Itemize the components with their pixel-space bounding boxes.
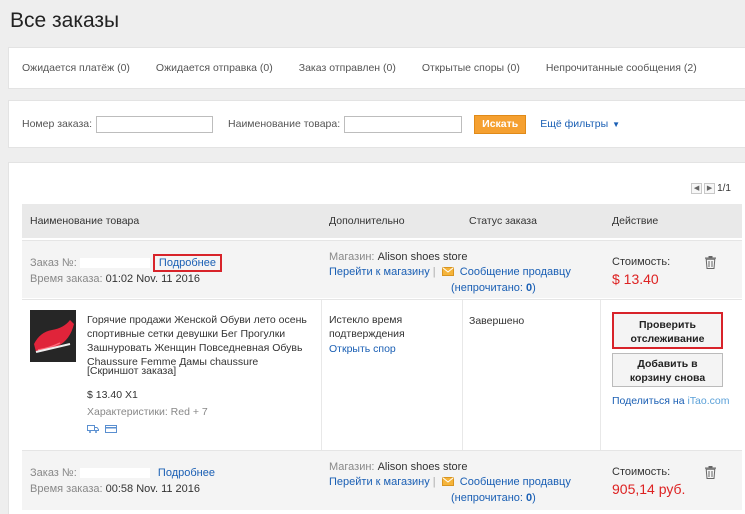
column-divider	[321, 300, 322, 450]
product-characteristics: Характеристики: Red + 7	[87, 406, 208, 418]
message-seller-link[interactable]: Сообщение продавцу	[460, 476, 571, 488]
order-number-label: Номер заказа:	[22, 118, 93, 130]
store-label: Магазин:	[329, 251, 375, 263]
orders-panel: ◀ ▶ 1/1 Наименование товара Дополнительн…	[8, 162, 745, 514]
order-number-redacted	[79, 258, 150, 269]
check-tracking-button[interactable]: Проверить отслеживание	[612, 312, 723, 349]
order-time-value: 00:58 Nov. 11 2016	[105, 483, 201, 495]
order-number-redacted	[79, 468, 150, 479]
separator: |	[432, 476, 436, 488]
tab-shipped[interactable]: Заказ отправлен (0)	[299, 62, 396, 74]
table-header: Наименование товара Дополнительно Статус…	[22, 204, 742, 238]
order-status-tabs: Ожидается платёж (0) Ожидается отправка …	[8, 47, 745, 89]
trash-icon[interactable]	[705, 466, 716, 482]
order-price: $ 13.40	[612, 271, 659, 287]
order-time-label: Время заказа:	[30, 273, 103, 285]
open-dispute-link[interactable]: Открыть спор	[329, 342, 405, 356]
more-filters-label: Ещё фильтры	[540, 118, 609, 130]
order-details-link[interactable]: Подробнее	[159, 257, 216, 269]
product-thumbnail[interactable]	[30, 310, 76, 362]
product-price-qty: $ 13.40 X1	[87, 389, 138, 401]
chevron-down-icon: ▼	[612, 120, 621, 129]
store-info: Магазин: Alison shoes store Перейти к ма…	[329, 460, 571, 506]
separator: |	[432, 266, 436, 278]
cost-label: Стоимость:	[612, 256, 671, 268]
order-number-input[interactable]	[96, 115, 214, 133]
order-header: Заказ №: Подробнее Время заказа: 01:02 N…	[22, 240, 742, 298]
confirmation-expired-line2: подтверждения	[329, 328, 405, 340]
column-divider	[462, 300, 463, 450]
add-to-cart-label-2: корзину снова	[629, 372, 706, 384]
mail-icon	[441, 476, 454, 491]
order-number-label: Заказ №:	[30, 467, 77, 479]
go-to-store-link[interactable]: Перейти к магазину	[329, 266, 430, 278]
share-site: iTao.com	[687, 395, 730, 407]
page-indicator: 1/1	[717, 183, 731, 194]
confirmation-expired-line1: Истекло время	[329, 314, 403, 326]
check-tracking-label-1: Проверить	[639, 319, 696, 331]
pagination: ◀ ▶ 1/1	[691, 183, 731, 194]
order-details-link[interactable]: Подробнее	[158, 467, 215, 479]
store-name: Alison shoes store	[377, 461, 468, 473]
go-to-store-link[interactable]: Перейти к магазину	[329, 476, 430, 488]
store-name: Alison shoes store	[377, 251, 468, 263]
order-meta: Заказ №: Подробнее Время заказа: 01:02 N…	[30, 254, 222, 287]
page-title: Все заказы	[10, 9, 120, 32]
order-header: Заказ №: Подробнее Время заказа: 00:58 N…	[22, 450, 742, 510]
message-seller-link[interactable]: Сообщение продавцу	[460, 266, 571, 278]
check-tracking-label-2: отслеживание	[630, 333, 705, 345]
unread-messages-link[interactable]: (непрочитано: 0)	[329, 281, 571, 296]
order-snapshot-link[interactable]: [Скриншот заказа]	[87, 365, 176, 377]
product-service-icons	[87, 424, 117, 437]
unread-messages-link[interactable]: (непрочитано: 0)	[329, 491, 571, 506]
next-page-icon[interactable]: ▶	[704, 183, 716, 194]
order-time-label: Время заказа:	[30, 483, 103, 495]
unread-prefix: (непрочитано:	[451, 282, 527, 294]
mail-icon	[441, 266, 454, 281]
header-additional: Дополнительно	[329, 215, 405, 227]
order-time-value: 01:02 Nov. 11 2016	[105, 273, 201, 285]
store-info: Магазин: Alison shoes store Перейти к ма…	[329, 250, 571, 296]
store-label: Магазин:	[329, 461, 375, 473]
tab-open-disputes[interactable]: Открытые споры (0)	[422, 62, 520, 74]
card-icon	[105, 424, 117, 437]
cost-label: Стоимость:	[612, 466, 671, 478]
more-filters-link[interactable]: Ещё фильтры ▼	[540, 118, 620, 130]
product-name-link[interactable]: Горячие продажи Женской Обуви лето осень…	[87, 313, 312, 369]
share-link[interactable]: Поделиться на iTao.com	[612, 395, 729, 407]
order-number-label: Заказ №:	[30, 257, 77, 269]
add-to-cart-again-button[interactable]: Добавить в корзину снова	[612, 353, 723, 387]
order-status: Завершено	[469, 315, 525, 327]
unread-suffix: )	[532, 282, 536, 294]
unread-suffix: )	[532, 492, 536, 504]
filter-bar: Номер заказа: Наименование товара: Искат…	[8, 100, 745, 148]
header-action: Действие	[612, 215, 659, 227]
add-to-cart-label-1: Добавить в	[637, 358, 698, 370]
header-product-name: Наименование товара	[30, 215, 140, 227]
additional-info: Истекло время подтверждения Открыть спор	[329, 313, 405, 356]
unread-prefix: (непрочитано:	[451, 492, 527, 504]
tab-awaiting-payment[interactable]: Ожидается платёж (0)	[22, 62, 130, 74]
product-name-label: Наименование товара:	[228, 118, 341, 130]
header-order-status: Статус заказа	[469, 215, 537, 227]
share-prefix: Поделиться на	[612, 395, 685, 407]
search-button[interactable]: Искать	[474, 114, 527, 134]
tab-unread-messages[interactable]: Непрочитанные сообщения (2)	[546, 62, 697, 74]
prev-page-icon[interactable]: ◀	[691, 183, 703, 194]
column-divider	[600, 300, 601, 450]
product-name-input[interactable]	[344, 115, 463, 133]
order-meta: Заказ №: Подробнее Время заказа: 00:58 N…	[30, 465, 215, 497]
tab-awaiting-shipment[interactable]: Ожидается отправка (0)	[156, 62, 273, 74]
order-item-row: Горячие продажи Женской Обуви лето осень…	[22, 299, 742, 450]
trash-icon[interactable]	[705, 256, 716, 272]
order-price: 905,14 руб.	[612, 481, 686, 497]
delivery-icon	[87, 424, 99, 437]
